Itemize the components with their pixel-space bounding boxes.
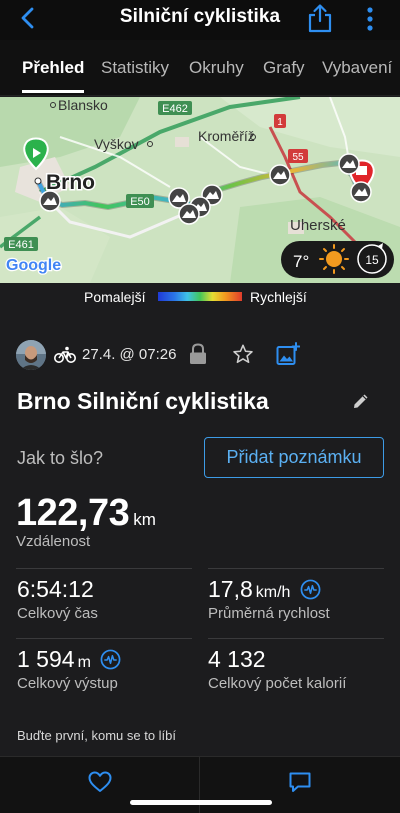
temperature-text: 7°: [293, 252, 309, 271]
top-bar: Silniční cyklistika: [0, 0, 400, 40]
divider: [208, 638, 384, 639]
peak-marker-icon: [269, 164, 291, 186]
distance-stat: 122,73 km Vzdálenost: [16, 492, 156, 550]
svg-text:1: 1: [277, 117, 283, 128]
route-map[interactable]: E462 E50 E461 1 55 Blansko Vyškov Kroměř…: [0, 97, 400, 283]
edit-pencil-icon[interactable]: [352, 392, 370, 410]
avg-speed-label: Průměrná rychlost: [208, 605, 330, 622]
svg-text:55: 55: [292, 152, 304, 163]
peak-marker-icon: [39, 190, 61, 212]
active-tab-indicator: [22, 90, 84, 93]
star-icon[interactable]: [232, 343, 254, 365]
ascent-value: 1 594: [17, 646, 75, 672]
tab-overview[interactable]: Přehled: [22, 58, 84, 78]
tab-bar: Přehled Statistiky Okruhy Grafy Vybavení: [0, 40, 400, 96]
more-vertical-icon[interactable]: [360, 6, 380, 32]
tab-gear[interactable]: Vybavení: [322, 58, 392, 78]
ascent-label: Celkový výstup: [17, 675, 118, 692]
legend-slower-label: Pomalejší: [84, 289, 146, 305]
divider: [16, 638, 192, 639]
heart-icon[interactable]: [88, 771, 112, 793]
svg-text:E462: E462: [162, 103, 188, 115]
distance-unit: km: [133, 510, 156, 529]
place-label-kromeriz: Kroměříž: [198, 128, 255, 144]
how-did-it-go-label: Jak to šlo?: [17, 448, 104, 468]
google-logo: Google: [6, 257, 61, 274]
activity-title: Brno Silniční cyklistika: [17, 388, 269, 414]
svg-text:E50: E50: [130, 196, 150, 208]
calories-value: 4 132: [208, 646, 266, 672]
ascent-stat: 1 594 m Celkový výstup: [17, 646, 121, 692]
speed-gradient-bar: [158, 292, 242, 301]
activity-meta-row: 27.4. @ 07:26: [16, 340, 386, 370]
road-shield-e50: E50: [126, 194, 154, 208]
home-indicator: [130, 800, 272, 805]
add-note-button[interactable]: Přidat poznámku: [204, 437, 384, 478]
ascent-unit: m: [77, 654, 91, 671]
divider: [208, 568, 384, 569]
divider: [16, 568, 192, 569]
calories-label: Celkový počet kalorií: [208, 675, 347, 692]
activity-date: 27.4. @ 07:26: [82, 346, 177, 363]
tab-charts[interactable]: Grafy: [263, 58, 305, 78]
place-label-brno: Brno: [46, 171, 95, 194]
place-label-vyskov: Vyškov: [94, 136, 139, 152]
bike-icon: [54, 346, 76, 363]
svg-text:E461: E461: [8, 239, 34, 251]
peak-marker-icon: [338, 153, 360, 175]
tab-statistics[interactable]: Statistiky: [101, 58, 169, 78]
tab-laps[interactable]: Okruhy: [189, 58, 244, 78]
peak-marker-icon: [178, 203, 200, 225]
avg-speed-stat: 17,8 km/h Průměrná rychlost: [208, 576, 330, 622]
add-photo-icon[interactable]: [276, 342, 300, 366]
avg-speed-value: 17,8: [208, 576, 253, 602]
likes-prompt[interactable]: Buďte první, komu se to líbí: [17, 728, 176, 743]
share-icon[interactable]: [306, 3, 334, 33]
road-shield-e462: E462: [158, 101, 192, 115]
distance-value: 122,73: [16, 492, 130, 534]
road-shield-1: 1: [274, 114, 286, 128]
place-label-blansko: Blansko: [58, 97, 108, 113]
bottom-action-bar: [0, 756, 400, 813]
road-shield-55: 55: [288, 149, 308, 163]
total-time-stat: 6:54:12 Celkový čas: [17, 576, 98, 622]
distance-label: Vzdálenost: [16, 533, 91, 550]
weather-pill: 7° 15: [281, 241, 394, 278]
comment-icon[interactable]: [288, 771, 312, 793]
avg-speed-unit: km/h: [255, 584, 291, 601]
avatar[interactable]: [16, 340, 46, 370]
calories-stat: 4 132 Celkový počet kalorií: [208, 646, 346, 692]
legend-faster-label: Rychlejší: [250, 289, 307, 305]
place-label-uherske: Uherské: [290, 217, 346, 234]
pulse-info-icon[interactable]: [300, 579, 321, 600]
speed-legend: Pomalejší Rychlejší: [0, 283, 400, 310]
activity-details: 27.4. @ 07:26 Brno Silniční cyklistika J…: [0, 310, 400, 756]
lock-icon[interactable]: [188, 343, 208, 365]
peak-marker-icon: [350, 181, 372, 203]
pulse-info-icon[interactable]: [100, 649, 121, 670]
total-time-label: Celkový čas: [17, 605, 98, 622]
road-shield-e461: E461: [4, 237, 38, 251]
total-time-value: 6:54:12: [17, 576, 94, 602]
page-title: Silniční cyklistika: [119, 6, 281, 27]
wind-speed-text: 15: [365, 253, 379, 267]
